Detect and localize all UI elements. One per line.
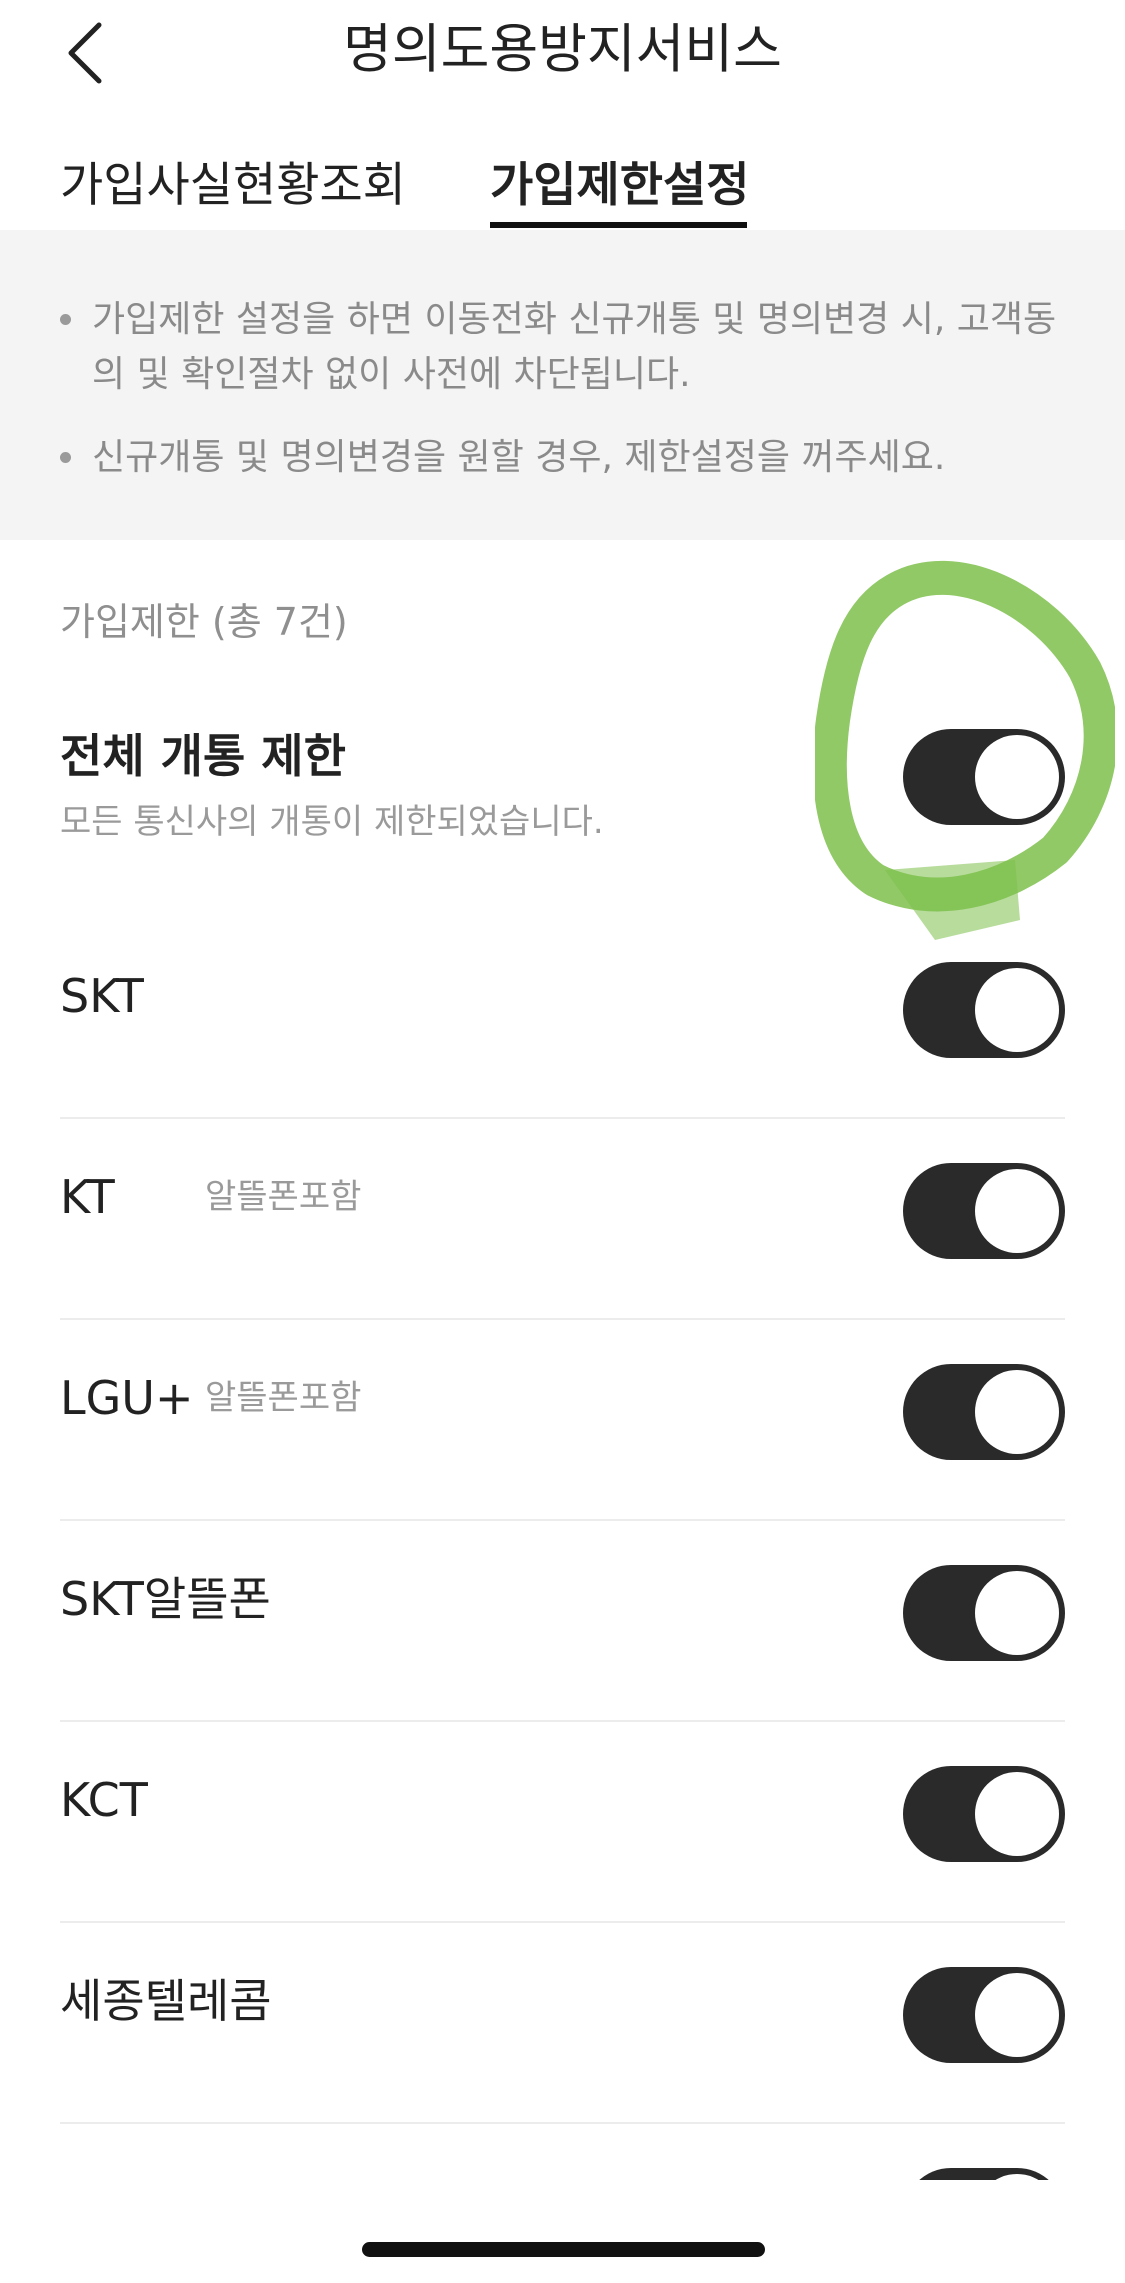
page-title: 명의도용방지서비스 [343,19,782,80]
row-divider [60,1720,1065,1722]
row-divider [60,1117,1065,1119]
carrier-name: SKT [60,969,144,1023]
app-header: 명의도용방지서비스 [0,0,1125,104]
carrier-tag: 알뜰폰포함 [205,1177,362,1217]
carrier-toggle-lgu[interactable] [903,1364,1065,1460]
info-notice-item: 가입제한 설정을 하면 이동전화 신규개통 및 명의변경 시, 고객동의 및 확… [60,292,1070,402]
toggle-knob [975,968,1059,1052]
row-divider [60,1921,1065,1923]
active-tab-indicator [490,222,747,228]
all-restriction-title: 전체 개통 제한 [60,729,346,783]
toggle-knob [975,1772,1059,1856]
carrier-toggle-kct[interactable] [903,1766,1065,1862]
all-restriction-row: 전체 개통 제한 모든 통신사의 개통이 제한되었습니다. [60,720,1065,860]
carrier-row-skt: SKT [60,962,1065,1058]
bottom-safe-area [0,2180,1125,2283]
carrier-toggle-kt[interactable] [903,1163,1065,1259]
carrier-name: KCT [60,1773,148,1827]
carrier-toggle-skt[interactable] [903,962,1065,1058]
tab-subscription-status[interactable]: 가입사실현황조회 [60,150,406,232]
toggle-knob [975,735,1059,819]
row-divider [60,1318,1065,1320]
carrier-row-sejong: 세종텔레콤 [60,1967,1065,2063]
toggle-knob [975,1571,1059,1655]
carrier-name: KT [60,1170,115,1224]
carrier-toggle-skt-mvno[interactable] [903,1565,1065,1661]
info-notice-text: 가입제한 설정을 하면 이동전화 신규개통 및 명의변경 시, 고객동의 및 확… [92,299,1057,395]
carrier-tag: 알뜰폰포함 [205,1378,362,1418]
carrier-row-skt-mvno: SKT알뜰폰 [60,1565,1065,1661]
tab-bar: 가입사실현황조회 가입제한설정 [0,150,1125,232]
carrier-row-lgu: LGU+ 알뜰폰포함 [60,1364,1065,1460]
carrier-row-kt: KT 알뜰폰포함 [60,1163,1065,1259]
carrier-name: SKT알뜰폰 [60,1572,271,1626]
carrier-name: LGU+ [60,1371,194,1425]
info-notice-item: 신규개통 및 명의변경을 원할 경우, 제한설정을 꺼주세요. [60,430,1070,485]
all-restriction-subtitle: 모든 통신사의 개통이 제한되었습니다. [60,802,604,842]
carrier-name: 세종텔레콤 [60,1974,272,2028]
carrier-row-kct: KCT [60,1766,1065,1862]
restriction-count-label: 가입제한 (총 7건) [60,600,348,644]
toggle-knob [975,1973,1059,2057]
home-indicator [362,2242,765,2257]
toggle-knob [975,1370,1059,1454]
row-divider [60,1519,1065,1521]
all-restriction-toggle[interactable] [903,729,1065,825]
bullet-icon [60,452,71,463]
info-notice-box: 가입제한 설정을 하면 이동전화 신규개통 및 명의변경 시, 고객동의 및 확… [0,230,1125,540]
row-divider [60,2122,1065,2124]
toggle-knob [975,1169,1059,1253]
info-notice-text: 신규개통 및 명의변경을 원할 경우, 제한설정을 꺼주세요. [92,437,946,478]
tab-subscription-restriction[interactable]: 가입제한설정 [490,150,749,232]
carrier-toggle-sejong[interactable] [903,1967,1065,2063]
bullet-icon [60,314,71,325]
